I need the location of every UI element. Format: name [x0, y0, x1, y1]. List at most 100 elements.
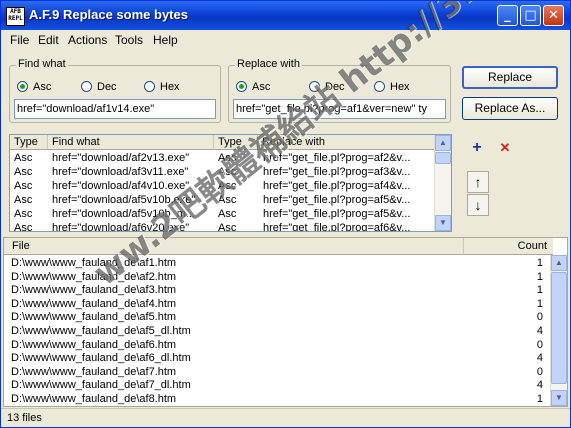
minimize-button[interactable]: _ [497, 5, 518, 26]
radio-selected-icon [17, 81, 28, 92]
table-cell: Asc [14, 208, 33, 220]
table-cell: href="get_file.pl?prog=af4&v... [263, 180, 411, 192]
replace-with-input[interactable]: href="get_file.pl?prog=af1&ver=new" ty [233, 99, 446, 119]
find-what-input[interactable]: href="download/af1v14.exe" [14, 99, 216, 119]
move-down-icon[interactable]: ↓ [467, 194, 489, 216]
app-window: AFB REPL A.F.9 Replace some bytes _ □ ✕ … [0, 0, 571, 428]
table-cell: href="download/af3v11.exe" [52, 166, 189, 178]
col-replace-header[interactable]: Replace with [258, 135, 437, 150]
title-bar[interactable]: AFB REPL A.F.9 Replace some bytes _ □ ✕ [1, 1, 570, 30]
file-list[interactable]: File Count D:\www\www_fauland_de\af1.htm… [3, 237, 568, 407]
menu-help[interactable]: Help [153, 33, 178, 47]
find-radio-asc[interactable]: Asc [17, 81, 51, 93]
table-cell: href="download/af5v10b_m... [52, 208, 196, 220]
file-count: 4 [536, 325, 543, 337]
pairs-scrollbar[interactable]: ▲ ▼ [434, 135, 451, 231]
table-cell: href="get_file.pl?prog=af5&v... [263, 194, 411, 206]
find-what-legend: Find what [16, 58, 68, 70]
table-cell: Asc [14, 166, 33, 178]
list-item[interactable]: D:\www\www_fauland_de\af7.htm 0 [4, 366, 567, 379]
file-count: 1 [536, 393, 543, 405]
radio-icon [374, 81, 385, 92]
scroll-down-icon[interactable]: ▼ [551, 390, 567, 406]
find-radio-hex[interactable]: Hex [144, 81, 180, 93]
replace-button[interactable]: Replace [462, 66, 558, 89]
window-title: A.F.9 Replace some bytes [29, 7, 188, 22]
list-item[interactable]: D:\www\www_fauland_de\af2.htm 1 [4, 271, 567, 284]
file-count: 0 [536, 365, 543, 378]
replace-as-button[interactable]: Replace As... [462, 97, 558, 120]
menu-actions[interactable]: Actions [68, 33, 107, 47]
table-cell: Asc [218, 166, 237, 178]
list-item[interactable]: D:\www\www_fauland_de\af4.htm 1 [4, 298, 567, 311]
col-type-header[interactable]: Type [10, 135, 48, 150]
file-count: 1 [536, 297, 543, 310]
menu-file[interactable]: File [10, 33, 29, 47]
scroll-thumb[interactable] [435, 152, 451, 164]
table-cell: href="get_file.pl?prog=af6&v... [263, 222, 411, 231]
list-item[interactable]: D:\www\www_fauland_de\af6.htm 0 [4, 339, 567, 352]
app-icon: AFB REPL [6, 7, 25, 26]
scroll-up-icon[interactable]: ▲ [551, 255, 567, 271]
count-column-header[interactable]: Count [464, 238, 553, 255]
table-row[interactable]: Asc href="download/af5v10b.exe" Asc href="g… [10, 193, 435, 207]
radio-selected-icon [236, 81, 247, 92]
add-pair-icon[interactable]: + [467, 138, 487, 158]
table-cell: href="download/af2v13.exe" [52, 152, 190, 164]
table-row[interactable]: Asc href="download/af3v11.exe" Asc href="ge… [10, 165, 435, 179]
scroll-down-icon[interactable]: ▼ [435, 215, 451, 231]
table-cell: href="download/af6v20.exe" [52, 222, 190, 231]
table-row[interactable]: Asc href="download/af2v13.exe" Asc href="ge… [10, 151, 435, 165]
menu-tools[interactable]: Tools [115, 33, 143, 47]
find-radio-dec[interactable]: Dec [81, 81, 117, 93]
replace-pairs-table[interactable]: Type Find what Type Replace with Asc href… [9, 134, 452, 232]
list-item[interactable]: D:\www\www_fauland_de\af1.htm 1 [4, 257, 567, 270]
menu-edit[interactable]: Edit [38, 33, 59, 47]
maximize-button[interactable]: □ [520, 5, 541, 26]
file-path: D:\www\www_fauland_de\af8.htm [11, 393, 177, 405]
list-item[interactable]: D:\www\www_fauland_de\af5.htm 0 [4, 311, 567, 324]
move-up-icon[interactable]: ↑ [467, 171, 489, 193]
list-item[interactable]: D:\www\www_fauland_de\af5_dl.htm 4 [4, 325, 567, 338]
replace-with-group: Replace with Asc Dec Hex href="get_file.… [228, 58, 451, 123]
status-bar: 13 files [1, 408, 570, 427]
table-row[interactable]: Asc href="download/af6v20.exe" Asc href="ge… [10, 221, 435, 231]
scroll-thumb[interactable] [551, 272, 567, 384]
radio-icon [144, 81, 155, 92]
pairs-body: Asc href="download/af2v13.exe" Asc href="ge… [10, 151, 435, 231]
file-column-header[interactable]: File [4, 238, 464, 255]
list-item[interactable]: D:\www\www_fauland_de\af6_dl.htm 4 [4, 352, 567, 365]
file-list-scrollbar[interactable]: ▲ ▼ [550, 255, 567, 406]
file-path: D:\www\www_fauland_de\af3.htm [11, 284, 177, 297]
radio-icon [309, 81, 320, 92]
file-count: 4 [536, 352, 543, 365]
replace-radio-hex[interactable]: Hex [374, 81, 410, 93]
table-cell: Asc [14, 222, 33, 231]
col-type2-header[interactable]: Type [214, 135, 258, 150]
replace-radio-dec[interactable]: Dec [309, 81, 345, 93]
table-row[interactable]: Asc href="download/af5v10b_m... Asc href="g… [10, 207, 435, 221]
table-cell: Asc [14, 152, 33, 164]
table-cell: href="get_file.pl?prog=af5&v... [263, 208, 411, 220]
file-count: 1 [536, 270, 543, 283]
file-count: 0 [536, 338, 543, 351]
file-path: D:\www\www_fauland_de\af6_dl.htm [11, 352, 191, 365]
table-row[interactable]: Asc href="download/af4v10.exe" Asc href="ge… [10, 179, 435, 193]
file-count: 1 [536, 284, 543, 297]
radio-icon [81, 81, 92, 92]
file-path: D:\www\www_fauland_de\af5_dl.htm [11, 325, 191, 337]
list-item[interactable]: D:\www\www_fauland_de\af3.htm 1 [4, 284, 567, 297]
file-path: D:\www\www_fauland_de\af7_dl.htm [11, 379, 191, 392]
table-cell: href="download/af4v10.exe" [52, 180, 190, 192]
close-button[interactable]: ✕ [543, 5, 564, 26]
table-cell: Asc [218, 152, 237, 164]
table-cell: Asc [218, 208, 237, 220]
scroll-up-icon[interactable]: ▲ [435, 135, 451, 151]
list-item[interactable]: D:\www\www_fauland_de\af7_dl.htm 4 [4, 379, 567, 392]
col-find-header[interactable]: Find what [48, 135, 214, 150]
list-item[interactable]: D:\www\www_fauland_de\af8.htm 1 [4, 393, 567, 406]
file-count: 0 [536, 311, 543, 324]
file-path: D:\www\www_fauland_de\af1.htm [11, 257, 177, 269]
replace-radio-asc[interactable]: Asc [236, 81, 270, 93]
remove-pair-icon[interactable]: ✕ [495, 138, 515, 158]
